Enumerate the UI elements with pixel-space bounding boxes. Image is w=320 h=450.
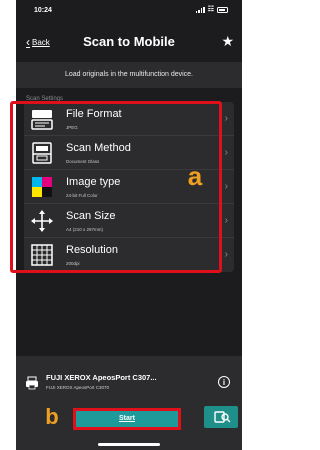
- signal-icon: [195, 6, 205, 13]
- info-icon[interactable]: i: [218, 376, 230, 388]
- setting-title: File Format: [66, 108, 122, 120]
- printer-icon: [26, 376, 38, 390]
- image-type-icon: [32, 177, 52, 197]
- scan-size-icon: [31, 210, 53, 232]
- setting-title: Scan Size: [66, 210, 116, 222]
- status-bar: 10:24 ☷: [16, 0, 242, 22]
- file-format-icon: [31, 110, 53, 130]
- page-title: Scan to Mobile: [83, 34, 175, 49]
- setting-value: 24-bit Full Color: [66, 193, 98, 198]
- chevron-right-icon: ›: [224, 181, 228, 192]
- device-search-icon: [214, 411, 231, 423]
- chevron-right-icon: ›: [224, 249, 228, 260]
- device-model: FUJI XEROX ApeosPort C3070: [46, 385, 110, 390]
- annotation-label-b: b: [45, 404, 59, 429]
- device-name[interactable]: FUJI XEROX ApeosPort C307...: [46, 373, 157, 382]
- resolution-icon: [31, 244, 53, 266]
- navigation-bar: ‹ Back Scan to Mobile ★: [16, 24, 242, 64]
- setting-title: Image type: [66, 176, 121, 188]
- device-search-button[interactable]: [204, 406, 238, 428]
- favorite-star-icon[interactable]: ★: [221, 33, 234, 50]
- start-button[interactable]: Start: [73, 408, 181, 430]
- instruction-text: Load originals in the multifunction devi…: [16, 62, 242, 88]
- chevron-right-icon: ›: [224, 113, 228, 124]
- setting-value: A4 (210 x 297mm): [66, 227, 104, 232]
- setting-row-file-format[interactable]: File Format JPEG ›: [24, 102, 234, 136]
- setting-row-resolution[interactable]: Resolution 200dpi ›: [24, 238, 234, 272]
- setting-value: JPEG: [66, 125, 78, 130]
- setting-value: 200dpi: [66, 261, 80, 266]
- chevron-right-icon: ›: [224, 147, 228, 158]
- phone-screen: 10:24 ☷ ‹ Back Scan to Mobile ★ Load ori…: [16, 0, 242, 450]
- chevron-right-icon: ›: [224, 215, 228, 226]
- setting-value: Document Glass: [66, 159, 100, 164]
- setting-row-scan-size[interactable]: Scan Size A4 (210 x 297mm) ›: [24, 204, 234, 238]
- battery-icon: [217, 6, 228, 13]
- status-icons: ☷: [195, 6, 228, 13]
- wifi-icon: ☷: [207, 6, 214, 13]
- setting-title: Resolution: [66, 244, 118, 256]
- setting-title: Scan Method: [66, 142, 131, 154]
- annotation-label-a: a: [187, 161, 203, 191]
- status-time: 10:24: [34, 7, 52, 14]
- device-panel: FUJI XEROX ApeosPort C307... FUJI XEROX …: [16, 356, 242, 450]
- home-indicator: [98, 443, 160, 446]
- scan-method-icon: [32, 142, 52, 164]
